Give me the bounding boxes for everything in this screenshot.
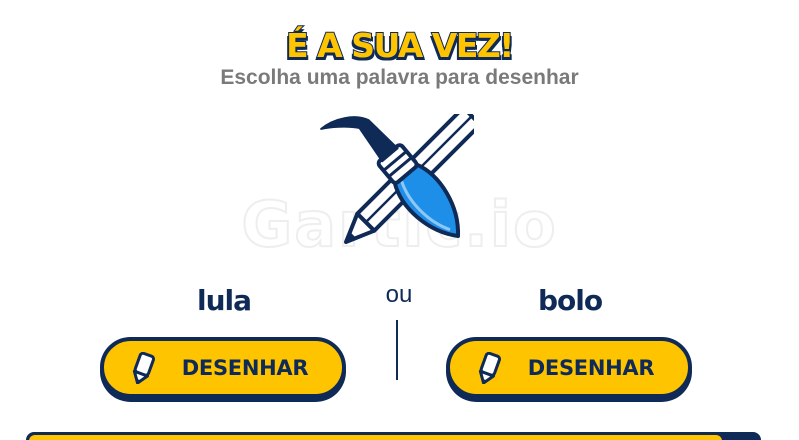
timer-bar-fill [29,435,722,440]
or-separator: ou [385,281,413,308]
turn-subtitle: Escolha uma palavra para desenhar [220,66,579,89]
draw-button-label: DESENHAR [181,356,309,380]
pencil-icon [132,352,156,384]
draw-button-right[interactable]: DESENHAR [446,337,692,398]
vertical-divider [396,320,398,380]
draw-button-left[interactable]: DESENHAR [100,337,346,398]
pencil-icon [478,352,502,384]
word-option-right: bolo [537,284,603,317]
word-option-left: lula [196,284,252,317]
timer-bar [26,432,761,440]
brush-and-pencil-icon [320,114,474,244]
draw-button-label: DESENHAR [527,356,655,380]
turn-title: É A SUA VEZ! [285,25,515,66]
